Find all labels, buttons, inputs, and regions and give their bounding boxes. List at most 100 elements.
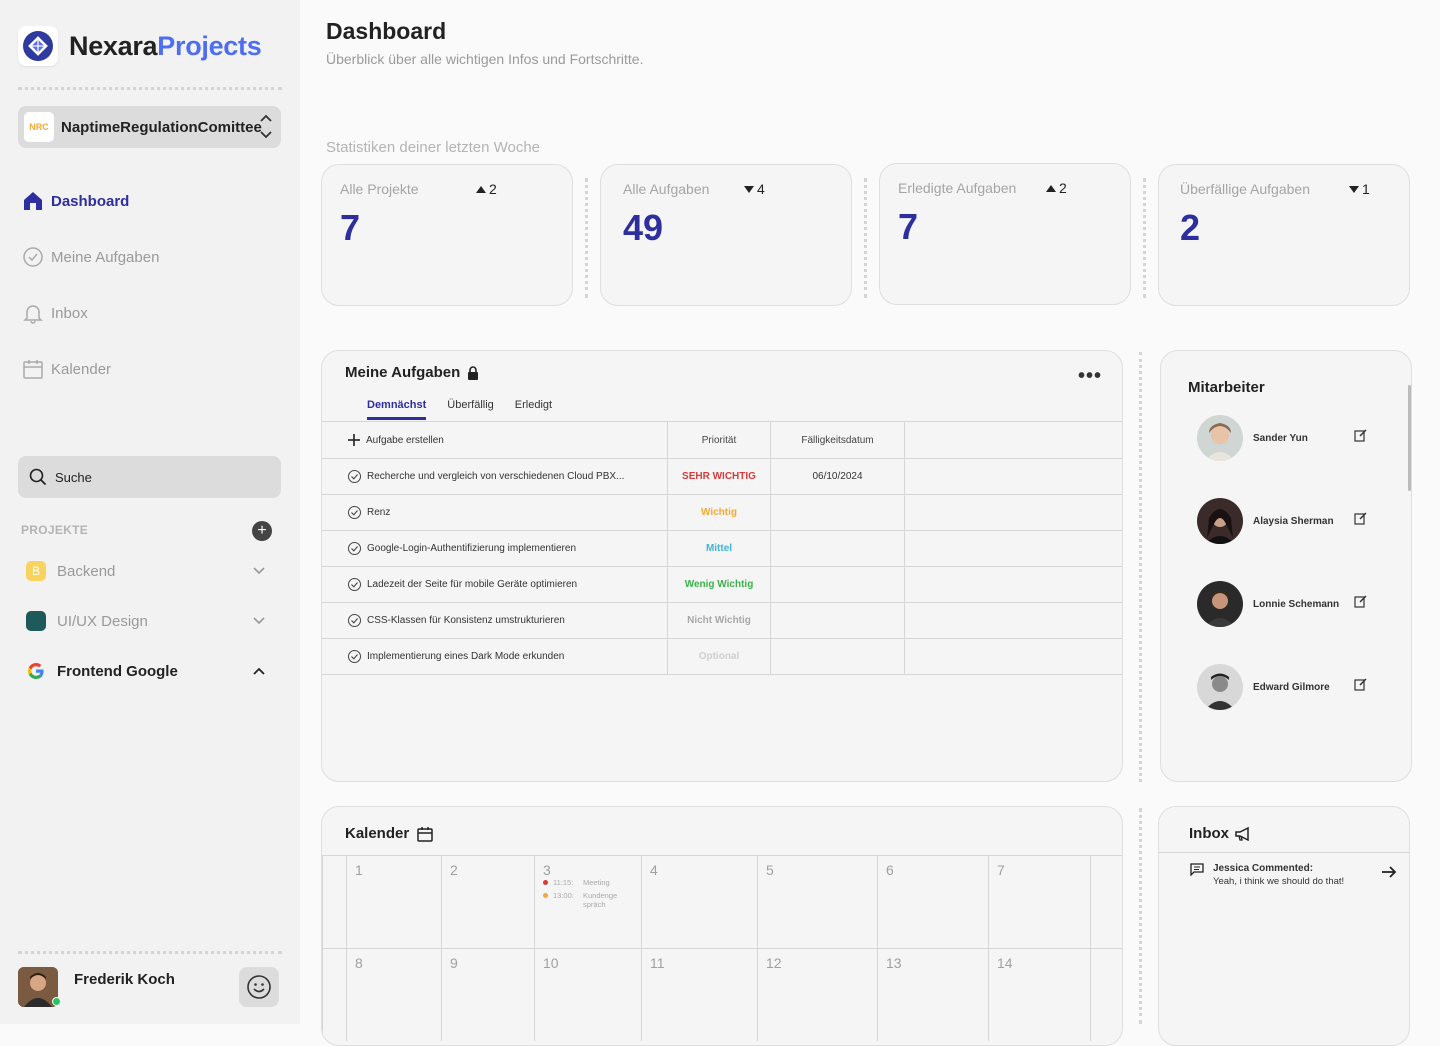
nav-dashboard[interactable]: Dashboard: [21, 189, 129, 213]
stat-card-overdue[interactable]: Überfällige Aufgaben 1 2: [1158, 164, 1410, 306]
project-label: UI/UX Design: [57, 612, 148, 630]
team-logo: NRC: [24, 112, 54, 142]
check-circle-icon: [21, 245, 45, 269]
calendar-day[interactable]: 10: [534, 948, 641, 1041]
chevron-down-icon: [253, 617, 265, 625]
table-row[interactable]: Renz Wichtig: [322, 495, 1122, 531]
calendar-event[interactable]: 13:00: Kundenge spräch: [543, 891, 623, 909]
google-icon: [26, 661, 46, 681]
inbox-message[interactable]: Jessica Commented: Yeah, i think we shou…: [1159, 852, 1409, 887]
more-options-button[interactable]: •••: [1078, 365, 1102, 388]
project-uiux-design[interactable]: UI/UX Design: [26, 611, 276, 631]
project-frontend-google[interactable]: Frontend Google: [26, 661, 276, 681]
inbox-title: Inbox: [1189, 825, 1251, 842]
calendar-day[interactable]: 6: [877, 855, 988, 948]
nav-label: Kalender: [51, 360, 112, 378]
stat-card-done[interactable]: Erledigte Aufgaben 2 7: [879, 163, 1131, 305]
calendar-event[interactable]: 11:15: Meeting: [543, 878, 610, 887]
stat-card-projects[interactable]: Alle Projekte 2 7: [321, 164, 573, 306]
member-item[interactable]: Alaysia Sherman: [1197, 498, 1367, 544]
calendar-day[interactable]: 14: [988, 948, 1090, 1041]
add-project-button[interactable]: +: [252, 521, 272, 541]
table-row[interactable]: Recherche und vergleich von verschiedene…: [322, 459, 1122, 495]
team-name: NaptimeRegulationComittee: [61, 118, 262, 136]
task-priority: Wenig Wichtig: [668, 567, 771, 602]
table-row[interactable]: Implementierung eines Dark Mode erkunden…: [322, 639, 1122, 675]
scrollbar[interactable]: [1408, 385, 1411, 491]
user-profile[interactable]: Frederik Koch: [18, 965, 282, 1009]
edit-icon[interactable]: [1354, 429, 1367, 442]
avatar: [1197, 498, 1243, 544]
calendar-day[interactable]: 8: [346, 948, 441, 1041]
stat-value: 2: [1180, 207, 1201, 248]
table-row[interactable]: Google-Login-Authentifizierung implement…: [322, 531, 1122, 567]
member-item[interactable]: Lonnie Schemann: [1197, 581, 1367, 627]
task-title: Implementierung eines Dark Mode erkunden: [322, 639, 668, 674]
task-title: Ladezeit der Seite für mobile Geräte opt…: [322, 567, 668, 602]
emoji-button[interactable]: [239, 967, 279, 1007]
event-dot: [543, 880, 548, 885]
stat-value: 7: [340, 207, 361, 248]
user-name: Frederik Koch: [74, 971, 175, 988]
table-row[interactable]: Ladezeit der Seite für mobile Geräte opt…: [322, 567, 1122, 603]
check-circle-icon[interactable]: [348, 614, 361, 627]
triangle-down-icon: [744, 185, 754, 193]
calendar-day[interactable]: 9: [441, 948, 534, 1041]
member-item[interactable]: Edward Gilmore: [1197, 664, 1367, 710]
edit-icon[interactable]: [1354, 678, 1367, 691]
avatar: [1197, 415, 1243, 461]
nav-kalender[interactable]: Kalender: [21, 357, 111, 381]
search-label: Suche: [55, 469, 92, 485]
tasks-card: Meine Aufgaben ••• Demnächst Überfällig …: [321, 350, 1123, 782]
calendar-cell-empty: [1090, 948, 1122, 1041]
arrow-right-icon[interactable]: [1381, 866, 1397, 878]
edit-icon[interactable]: [1354, 512, 1367, 525]
calendar-day[interactable]: 7: [988, 855, 1090, 948]
edit-icon[interactable]: [1354, 595, 1367, 608]
task-title: Google-Login-Authentifizierung implement…: [322, 531, 668, 566]
check-circle-icon[interactable]: [348, 506, 361, 519]
project-backend[interactable]: B Backend: [26, 561, 276, 581]
nav-meine-aufgaben[interactable]: Meine Aufgaben: [21, 245, 159, 269]
home-icon: [21, 189, 45, 213]
tab-ueberfaellig[interactable]: Überfällig: [447, 399, 493, 420]
search-input[interactable]: Suche: [18, 456, 281, 498]
check-circle-icon[interactable]: [348, 650, 361, 663]
check-circle-icon[interactable]: [348, 578, 361, 591]
calendar-day[interactable]: 4: [641, 855, 757, 948]
task-priority: Nicht Wichtig: [668, 603, 771, 638]
team-switcher[interactable]: NRC NaptimeRegulationComittee: [18, 106, 281, 148]
stats-title: Statistiken deiner letzten Woche: [326, 139, 541, 156]
project-badge: [26, 611, 46, 631]
members-title: Mitarbeiter: [1188, 379, 1265, 396]
create-task-button[interactable]: Aufgabe erstellen: [322, 422, 668, 458]
column-due-date[interactable]: Fälligkeitsdatum: [771, 422, 905, 458]
calendar-day-with-events[interactable]: 3 11:15: Meeting 13:00: Kundenge spräch: [534, 855, 641, 948]
check-circle-icon[interactable]: [348, 542, 361, 555]
task-due-date: [771, 531, 905, 566]
member-name: Edward Gilmore: [1253, 681, 1330, 693]
stat-card-tasks[interactable]: Alle Aufgaben 4 49: [600, 164, 852, 306]
tab-demnaechst[interactable]: Demnächst: [367, 399, 427, 420]
calendar-day[interactable]: 12: [757, 948, 877, 1041]
bell-icon: [21, 301, 45, 325]
calendar-day[interactable]: 2: [441, 855, 534, 948]
table-row[interactable]: CSS-Klassen für Konsistenz umstrukturier…: [322, 603, 1122, 639]
stat-delta: 4: [744, 181, 765, 197]
check-circle-icon[interactable]: [348, 470, 361, 483]
stat-label: Alle Aufgaben: [623, 181, 710, 197]
divider: [1143, 178, 1146, 298]
nav-label: Dashboard: [51, 192, 130, 210]
project-badge: B: [26, 561, 46, 581]
calendar-day[interactable]: 11: [641, 948, 757, 1041]
member-item[interactable]: Sander Yun: [1197, 415, 1367, 461]
calendar-day[interactable]: 13: [877, 948, 988, 1041]
calendar-day[interactable]: 1: [346, 855, 441, 948]
app-logo[interactable]: NexaraProjects: [18, 26, 262, 66]
calendar-day[interactable]: 5: [757, 855, 877, 948]
nav-inbox[interactable]: Inbox: [21, 301, 88, 325]
stat-value: 7: [898, 206, 919, 247]
column-priority[interactable]: Priorität: [668, 422, 771, 458]
tab-erledigt[interactable]: Erledigt: [515, 399, 552, 420]
divider: [864, 178, 867, 298]
